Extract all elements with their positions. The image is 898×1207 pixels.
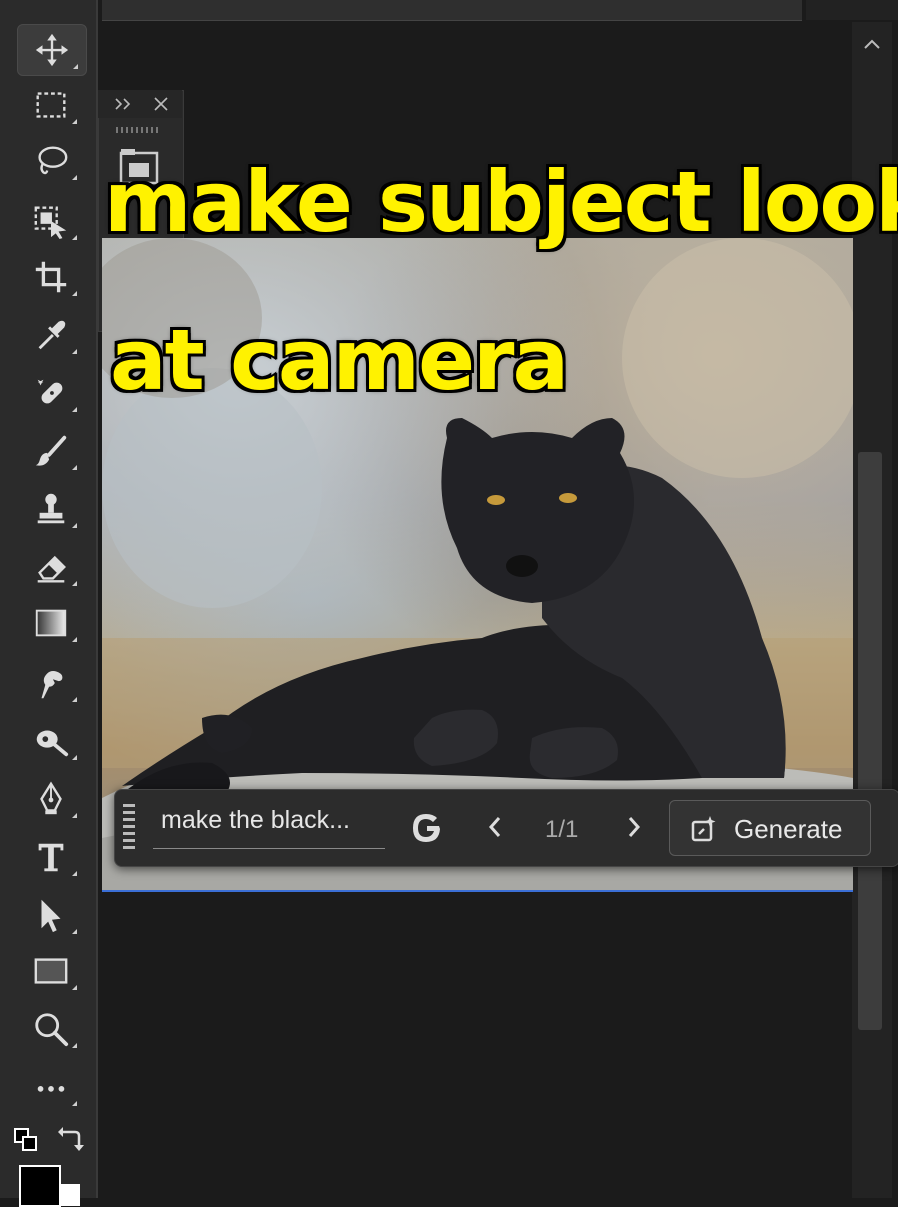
scroll-up-icon[interactable] [861,36,883,54]
generate-button[interactable]: Generate [669,800,871,856]
panel-dock-header [98,90,182,118]
contextual-task-bar: make the black... 1/1 Generate [114,789,898,867]
foreground-color-swatch[interactable] [19,1165,61,1207]
default-colors-icon[interactable] [14,1128,38,1152]
path-selection-icon[interactable] [17,890,85,940]
variation-counter: 1/1 [545,816,579,843]
swap-colors-icon[interactable] [58,1126,84,1152]
brush-icon[interactable] [17,426,85,476]
generative-fill-icon [691,816,716,842]
object-selection-icon[interactable] [17,196,85,246]
more-tools-icon[interactable] [17,1062,85,1112]
crop-icon[interactable] [17,252,85,302]
previous-variation-icon[interactable] [481,812,509,842]
caption-line-1: make subject look [102,153,898,251]
close-panel-icon[interactable] [154,97,168,111]
lasso-icon[interactable] [17,136,85,186]
eraser-icon[interactable] [17,542,85,592]
rectangle-icon[interactable] [17,946,85,996]
prompt-underline [153,848,385,849]
next-variation-icon[interactable] [620,812,648,842]
smudge-icon[interactable] [17,658,85,708]
task-bar-drag-handle[interactable] [123,804,135,850]
clone-stamp-icon[interactable] [17,484,85,534]
document-tab-bar[interactable] [102,0,802,21]
background-color-swatch[interactable] [58,1184,80,1206]
pen-icon[interactable] [17,774,85,824]
generative-fill-prompt-input[interactable]: make the black... [161,806,350,835]
spot-healing-brush-icon[interactable] [17,368,85,418]
expand-panels-icon[interactable] [114,98,132,110]
rectangular-marquee-icon[interactable] [17,80,85,130]
type-icon[interactable] [17,832,85,882]
document-tab-bar-end [806,0,898,20]
zoom-icon[interactable] [17,1004,85,1054]
caption-line-2: at camera [108,311,571,409]
gradient-icon[interactable] [17,598,85,648]
panel-grip[interactable] [116,127,160,133]
tools-panel [0,0,98,1207]
eyedropper-icon[interactable] [17,310,85,360]
move-tool-icon[interactable] [17,24,87,76]
scrollbar-thumb[interactable] [858,452,882,1030]
google-model-icon[interactable] [409,810,445,846]
dodge-icon[interactable] [17,716,85,766]
generate-button-label: Generate [734,814,843,844]
